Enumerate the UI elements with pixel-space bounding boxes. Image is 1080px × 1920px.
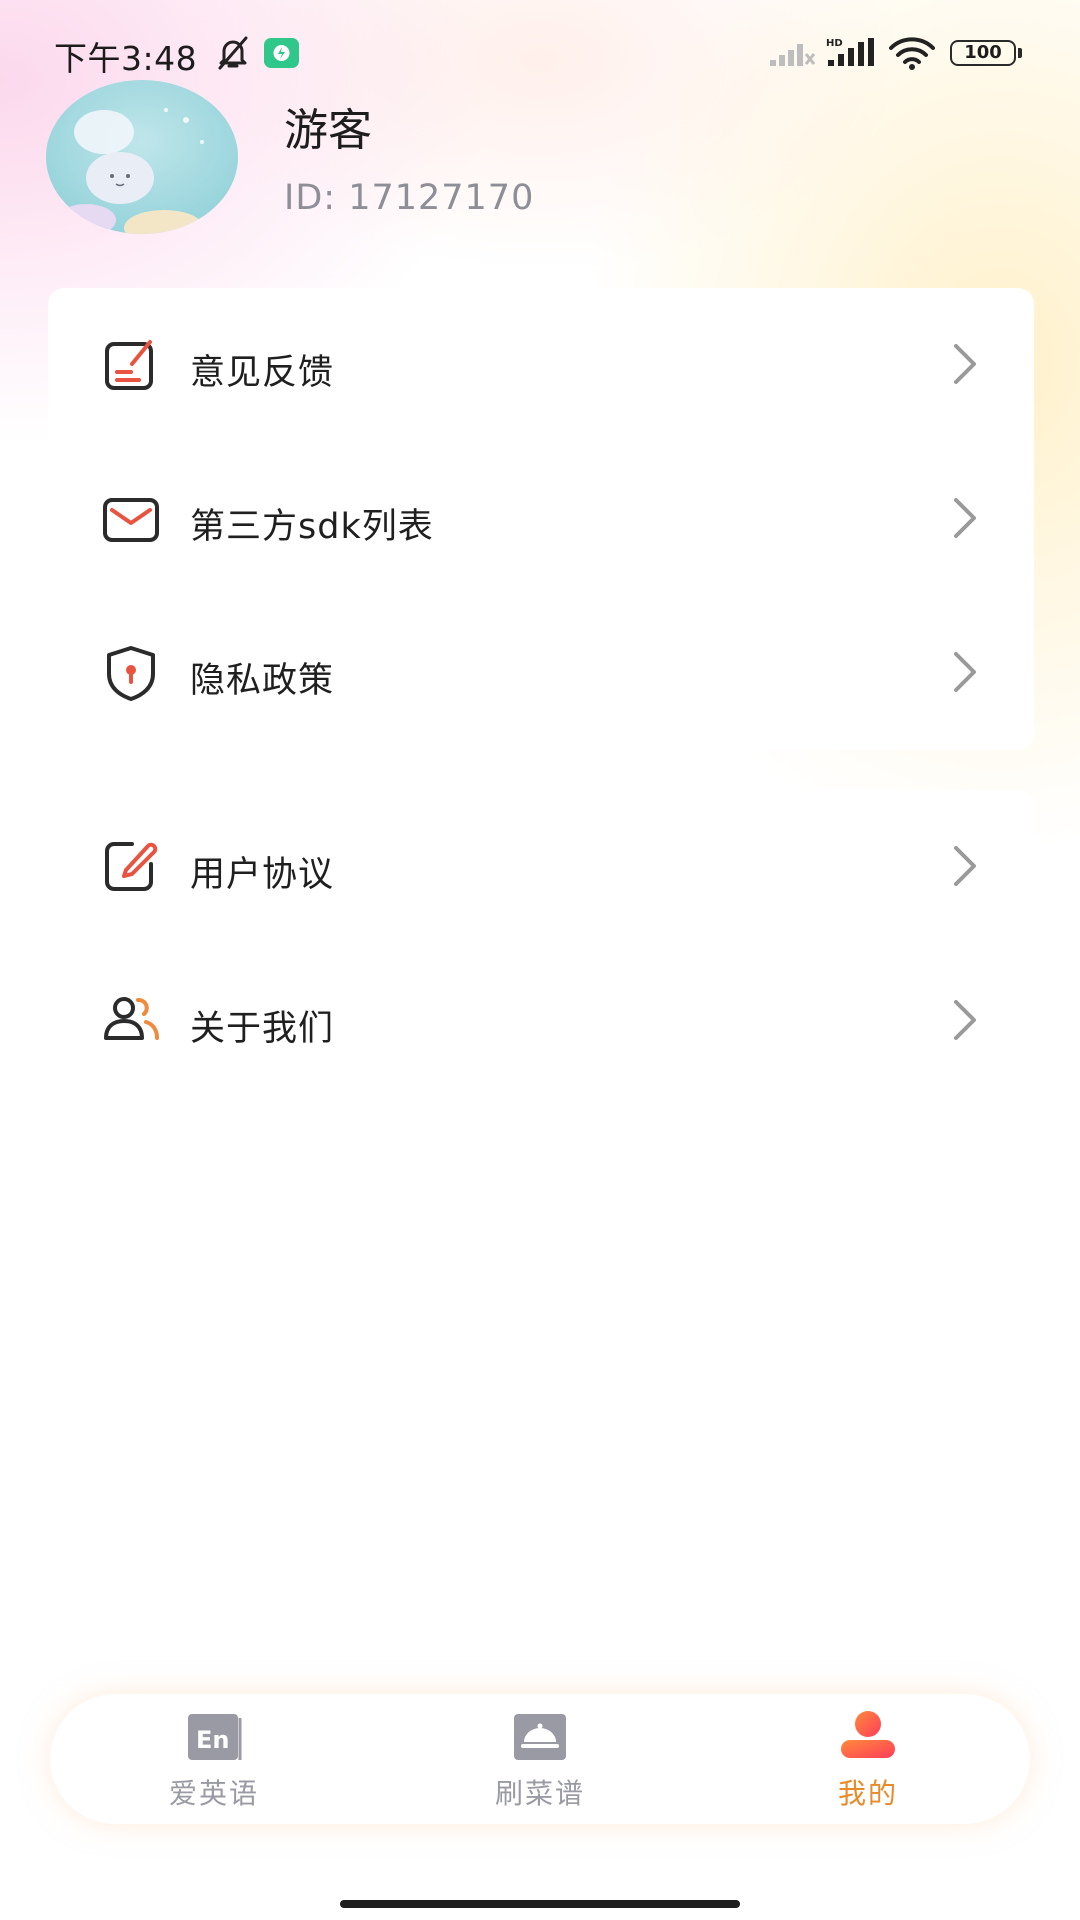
tab-label-recipes: 刷菜谱 <box>494 1777 585 1810</box>
signal-hd-icon: HD <box>826 38 874 66</box>
edit-icon <box>105 842 158 891</box>
battery-level: 100 <box>950 40 1016 66</box>
feedback-icon <box>105 340 153 390</box>
bottom-tab-bar: En 爱英语 刷菜谱 我的 <box>50 1694 1030 1824</box>
menu-item-privacy[interactable]: 隐私政策 <box>48 596 1034 750</box>
tab-english[interactable]: En 爱英语 <box>114 1694 314 1824</box>
chevron-right-icon <box>954 846 976 886</box>
avatar[interactable] <box>46 80 238 234</box>
battery-tip <box>1018 48 1022 58</box>
signal-icon <box>770 44 816 66</box>
menu-label-user-agreement: 用户协议 <box>190 855 335 895</box>
status-time: 下午3:48 <box>54 39 198 78</box>
menu-label-feedback: 意见反馈 <box>190 353 335 393</box>
username: 游客 <box>284 105 372 156</box>
mail-icon <box>103 498 159 542</box>
user-id: ID: 17127170 <box>284 178 535 218</box>
wifi-icon <box>889 37 935 70</box>
tab-recipes[interactable]: 刷菜谱 <box>440 1694 640 1824</box>
menu-card-secondary: 用户协议 关于我们 <box>48 790 1034 1102</box>
bell-off-icon <box>218 36 248 70</box>
menu-card-primary: 意见反馈 第三方sdk列表 隐私政策 <box>48 288 1034 750</box>
svg-text:HD: HD <box>826 38 843 49</box>
users-icon <box>104 997 159 1040</box>
shield-icon <box>107 646 155 701</box>
chevron-right-icon <box>954 498 976 538</box>
english-book-icon: En <box>188 1714 242 1760</box>
app-badge-icon <box>264 38 299 68</box>
home-indicator[interactable] <box>340 1900 740 1908</box>
svg-text:En: En <box>196 1726 229 1754</box>
menu-item-feedback[interactable]: 意见反馈 <box>48 288 1034 442</box>
menu-label-about-us: 关于我们 <box>190 1009 335 1049</box>
chevron-right-icon <box>954 344 976 384</box>
tab-label-english: 爱英语 <box>168 1777 259 1810</box>
dish-cover-icon <box>514 1714 566 1760</box>
menu-item-user-agreement[interactable]: 用户协议 <box>48 790 1034 944</box>
menu-label-sdk-list: 第三方sdk列表 <box>190 507 434 547</box>
tab-mine[interactable]: 我的 <box>768 1694 968 1824</box>
chevron-right-icon <box>954 652 976 692</box>
chevron-right-icon <box>954 1000 976 1040</box>
menu-item-about-us[interactable]: 关于我们 <box>48 944 1034 1098</box>
menu-item-sdk-list[interactable]: 第三方sdk列表 <box>48 442 1034 596</box>
menu-label-privacy: 隐私政策 <box>190 661 335 701</box>
user-profile-icon <box>841 1711 895 1758</box>
tab-label-mine: 我的 <box>837 1777 898 1810</box>
